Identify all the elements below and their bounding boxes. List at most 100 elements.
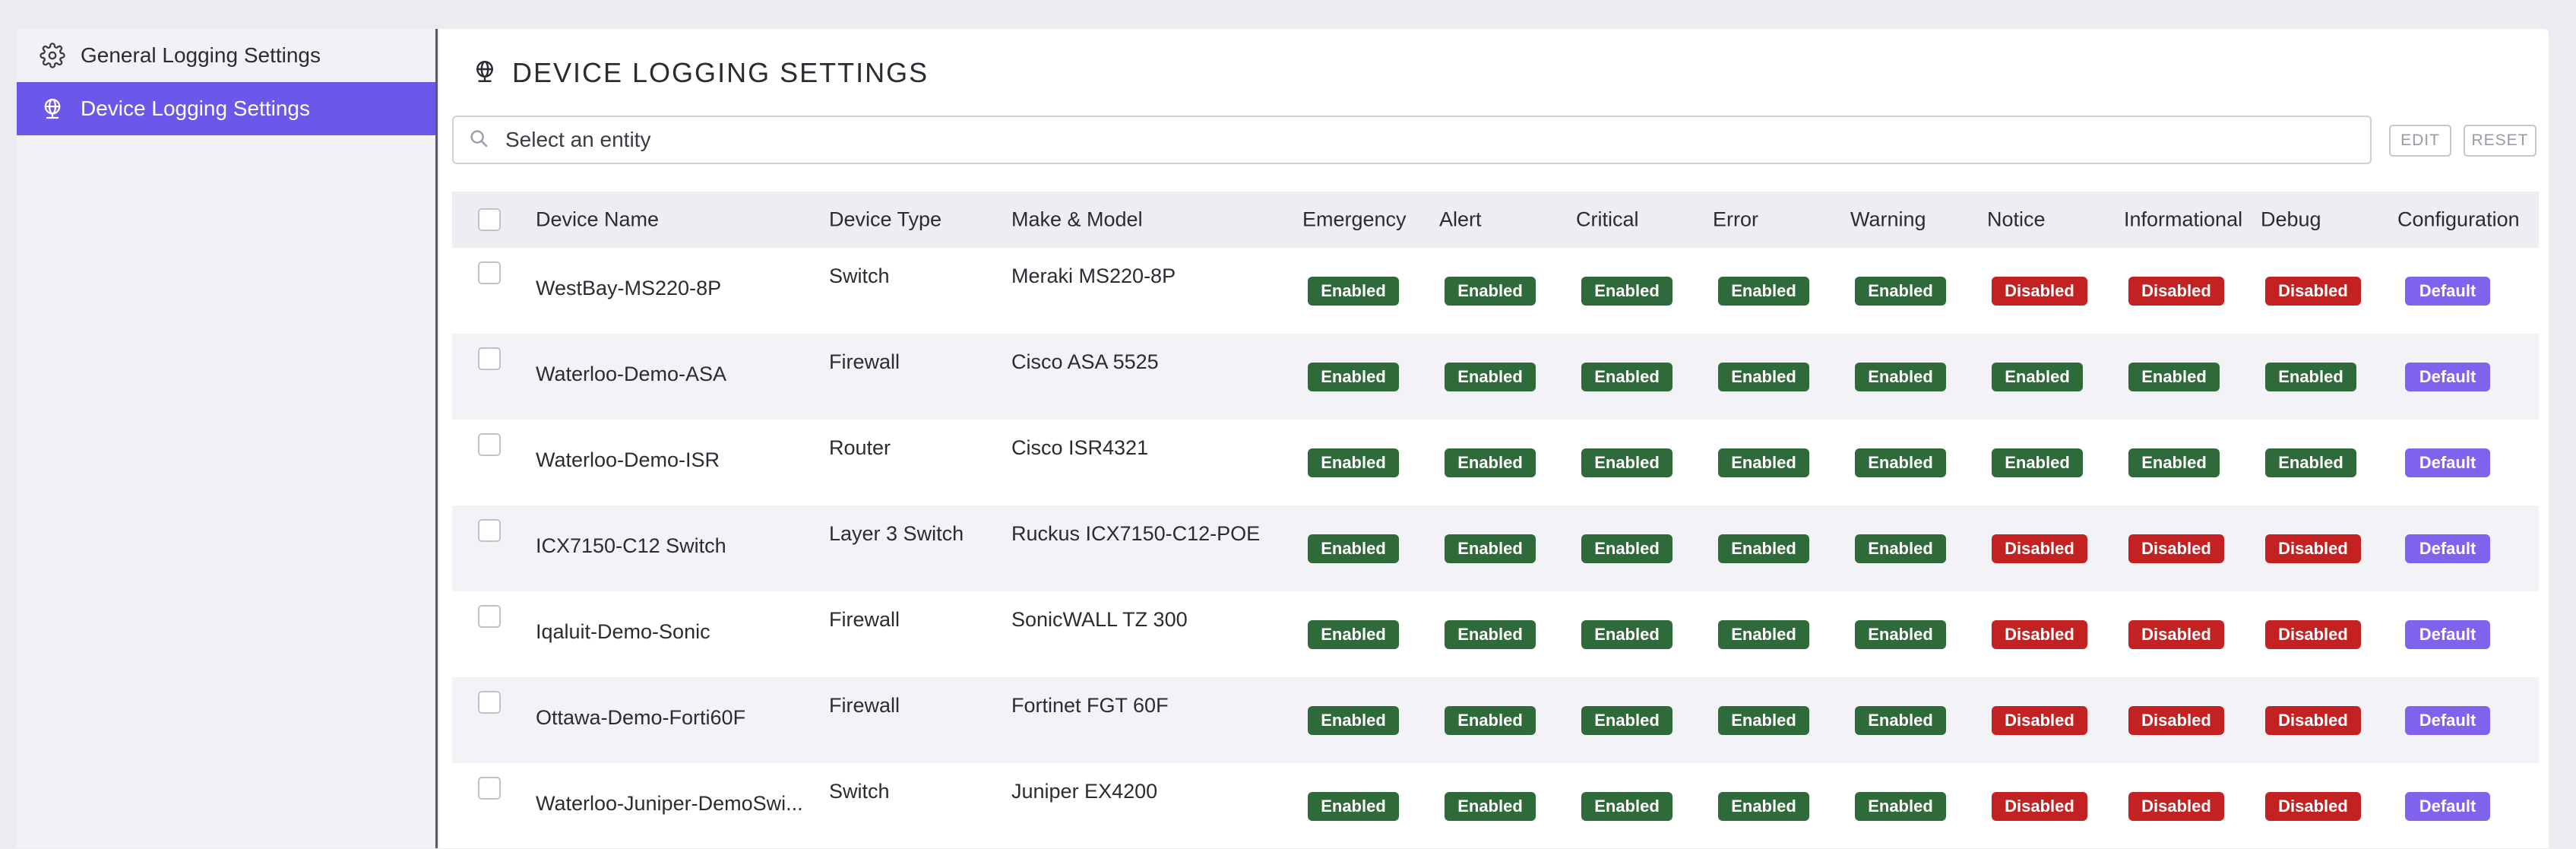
configuration-badge: Default bbox=[2405, 706, 2490, 735]
alert-status-badge: Enabled bbox=[1445, 706, 1536, 735]
row-checkbox[interactable] bbox=[478, 347, 501, 370]
search-input[interactable] bbox=[504, 127, 2331, 153]
reset-button[interactable]: RESET bbox=[2464, 125, 2536, 157]
device-name-cell: Waterloo-Juniper-DemoSwi... bbox=[536, 792, 803, 815]
alert-status-badge: Enabled bbox=[1445, 448, 1536, 477]
device-type-cell: Switch bbox=[829, 780, 890, 803]
table-row[interactable]: Waterloo-Demo-ISR Router Cisco ISR4321 Enab… bbox=[452, 420, 2539, 505]
column-header-warning[interactable]: Warning bbox=[1850, 208, 1926, 232]
table-row[interactable]: WestBay-MS220-8P Switch Meraki MS220-8P Ena… bbox=[452, 248, 2539, 334]
alert-status-badge: Enabled bbox=[1445, 534, 1536, 563]
critical-status-badge: Enabled bbox=[1581, 706, 1673, 735]
gear-icon bbox=[40, 43, 65, 68]
warning-status-badge: Enabled bbox=[1855, 792, 1946, 821]
alert-status-badge: Enabled bbox=[1445, 620, 1536, 649]
device-name-cell: Iqaluit-Demo-Sonic bbox=[536, 620, 710, 643]
error-status-badge: Enabled bbox=[1718, 448, 1809, 477]
configuration-badge: Default bbox=[2405, 363, 2490, 391]
informational-status-badge: Disabled bbox=[2128, 792, 2224, 821]
row-checkbox[interactable] bbox=[478, 261, 501, 284]
sidebar: General Logging Settings Device Logging … bbox=[17, 29, 438, 848]
row-checkbox[interactable] bbox=[478, 605, 501, 628]
alert-status-badge: Enabled bbox=[1445, 363, 1536, 391]
informational-status-badge: Disabled bbox=[2128, 620, 2224, 649]
emergency-status-badge: Enabled bbox=[1308, 620, 1399, 649]
row-checkbox[interactable] bbox=[478, 519, 501, 542]
make-model-cell: Fortinet FGT 60F bbox=[1011, 694, 1169, 717]
notice-status-badge: Disabled bbox=[1992, 277, 2087, 306]
row-checkbox[interactable] bbox=[478, 691, 501, 714]
make-model-cell: Meraki MS220-8P bbox=[1011, 265, 1176, 287]
column-header-make-model[interactable]: Make & Model bbox=[1011, 208, 1143, 232]
device-type-cell: Firewall bbox=[829, 608, 900, 631]
critical-status-badge: Enabled bbox=[1581, 792, 1673, 821]
informational-status-badge: Enabled bbox=[2128, 448, 2220, 477]
debug-status-badge: Enabled bbox=[2265, 363, 2356, 391]
table-row[interactable]: ICX7150-C12 Switch Layer 3 Switch Ruckus I… bbox=[452, 505, 2539, 591]
page-header: DEVICE LOGGING SETTINGS bbox=[471, 50, 929, 96]
entity-search[interactable] bbox=[452, 116, 2372, 164]
informational-status-badge: Disabled bbox=[2128, 534, 2224, 563]
device-name-cell: WestBay-MS220-8P bbox=[536, 277, 722, 299]
warning-status-badge: Enabled bbox=[1855, 277, 1946, 306]
configuration-badge: Default bbox=[2405, 534, 2490, 563]
make-model-cell: Juniper EX4200 bbox=[1011, 780, 1158, 803]
table-header: Device Name Device Type Make & Model Eme… bbox=[452, 192, 2539, 248]
error-status-badge: Enabled bbox=[1718, 706, 1809, 735]
warning-status-badge: Enabled bbox=[1855, 534, 1946, 563]
sidebar-item-general-logging-settings[interactable]: General Logging Settings bbox=[17, 29, 435, 82]
debug-status-badge: Disabled bbox=[2265, 792, 2361, 821]
row-checkbox[interactable] bbox=[478, 433, 501, 456]
column-header-emergency[interactable]: Emergency bbox=[1302, 208, 1407, 232]
emergency-status-badge: Enabled bbox=[1308, 448, 1399, 477]
debug-status-badge: Disabled bbox=[2265, 706, 2361, 735]
warning-status-badge: Enabled bbox=[1855, 706, 1946, 735]
make-model-cell: SonicWALL TZ 300 bbox=[1011, 608, 1188, 631]
table-row[interactable]: Waterloo-Demo-ASA Firewall Cisco ASA 5525 E… bbox=[452, 334, 2539, 420]
table-row[interactable]: Iqaluit-Demo-Sonic Firewall SonicWALL TZ 3… bbox=[452, 591, 2539, 677]
device-type-cell: Firewall bbox=[829, 694, 900, 717]
column-header-debug[interactable]: Debug bbox=[2261, 208, 2321, 232]
make-model-cell: Cisco ASA 5525 bbox=[1011, 350, 1159, 373]
emergency-status-badge: Enabled bbox=[1308, 277, 1399, 306]
configuration-badge: Default bbox=[2405, 277, 2490, 306]
column-header-informational[interactable]: Informational bbox=[2124, 208, 2242, 232]
debug-status-badge: Enabled bbox=[2265, 448, 2356, 477]
column-header-device-name[interactable]: Device Name bbox=[536, 208, 659, 232]
column-header-device-type[interactable]: Device Type bbox=[829, 208, 941, 232]
emergency-status-badge: Enabled bbox=[1308, 706, 1399, 735]
sidebar-item-label: Device Logging Settings bbox=[81, 97, 310, 120]
device-type-cell: Switch bbox=[829, 265, 890, 287]
select-all-checkbox[interactable] bbox=[478, 208, 501, 231]
device-type-cell: Layer 3 Switch bbox=[829, 522, 964, 545]
globe-icon bbox=[40, 96, 65, 122]
sidebar-item-device-logging-settings[interactable]: Device Logging Settings bbox=[17, 82, 435, 135]
table-row[interactable]: Waterloo-Juniper-DemoSwi... Switch Juniper… bbox=[452, 763, 2539, 849]
configuration-badge: Default bbox=[2405, 448, 2490, 477]
notice-status-badge: Disabled bbox=[1992, 706, 2087, 735]
table-row[interactable]: Ottawa-Demo-Forti60F Firewall Fortinet FGT… bbox=[452, 677, 2539, 763]
notice-status-badge: Disabled bbox=[1992, 620, 2087, 649]
alert-status-badge: Enabled bbox=[1445, 277, 1536, 306]
sidebar-item-label: General Logging Settings bbox=[81, 43, 321, 67]
error-status-badge: Enabled bbox=[1718, 534, 1809, 563]
error-status-badge: Enabled bbox=[1718, 363, 1809, 391]
column-header-notice[interactable]: Notice bbox=[1987, 208, 2046, 232]
critical-status-badge: Enabled bbox=[1581, 534, 1673, 563]
page-title: DEVICE LOGGING SETTINGS bbox=[512, 57, 929, 88]
column-header-critical[interactable]: Critical bbox=[1576, 208, 1639, 232]
critical-status-badge: Enabled bbox=[1581, 620, 1673, 649]
make-model-cell: Cisco ISR4321 bbox=[1011, 436, 1149, 459]
informational-status-badge: Disabled bbox=[2128, 706, 2224, 735]
column-header-alert[interactable]: Alert bbox=[1439, 208, 1482, 232]
table-body: WestBay-MS220-8P Switch Meraki MS220-8P Ena… bbox=[452, 248, 2539, 849]
column-header-configuration[interactable]: Configuration bbox=[2397, 208, 2520, 232]
device-name-cell: Waterloo-Demo-ASA bbox=[536, 363, 727, 385]
globe-icon bbox=[471, 58, 498, 89]
error-status-badge: Enabled bbox=[1718, 277, 1809, 306]
edit-button[interactable]: EDIT bbox=[2389, 125, 2451, 157]
row-checkbox[interactable] bbox=[478, 777, 501, 800]
column-header-error[interactable]: Error bbox=[1713, 208, 1758, 232]
debug-status-badge: Disabled bbox=[2265, 534, 2361, 563]
error-status-badge: Enabled bbox=[1718, 620, 1809, 649]
